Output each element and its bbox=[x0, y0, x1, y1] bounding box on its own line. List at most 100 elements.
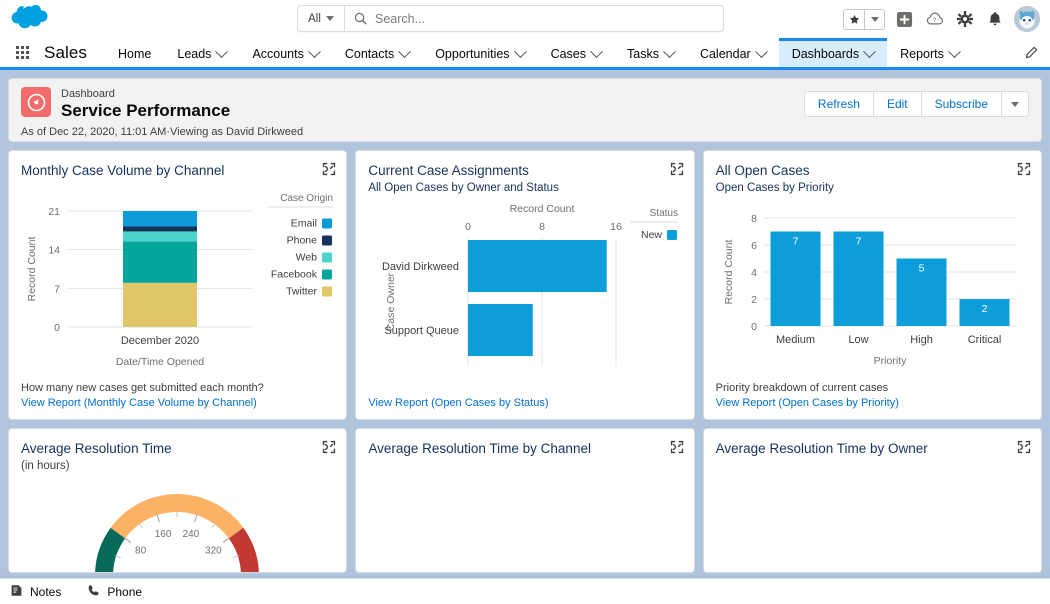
card-title: Average Resolution Time bbox=[21, 441, 172, 456]
global-header: All Search... ? bbox=[0, 0, 1050, 38]
pencil-icon[interactable] bbox=[1024, 38, 1038, 67]
x-axis-title: Date/Time Opened bbox=[116, 356, 204, 368]
chevron-down-icon bbox=[215, 44, 229, 58]
x-category-label: Low bbox=[848, 334, 868, 346]
view-report-link[interactable]: View Report (Monthly Case Volume by Chan… bbox=[21, 396, 264, 411]
expand-icon[interactable] bbox=[670, 440, 684, 454]
x-category-label: December 2020 bbox=[121, 335, 199, 347]
bar-segment-twitter[interactable] bbox=[123, 282, 197, 327]
legend-swatch-phone[interactable] bbox=[322, 235, 332, 246]
search-scope-selector[interactable]: All bbox=[298, 6, 345, 31]
nav-item-tasks[interactable]: Tasks bbox=[614, 38, 687, 67]
nav-item-opportunities[interactable]: Opportunities bbox=[422, 38, 537, 67]
dashboard-grid: Monthly Case Volume by Channel 0 7 14 21 Dec… bbox=[8, 150, 1042, 573]
legend-swatch-web[interactable] bbox=[322, 252, 332, 263]
y-axis-title: Case Owner bbox=[385, 272, 397, 331]
chart-current-case-assignments[interactable]: Record Count 0 8 16 David Dirkweed Support Qu… bbox=[368, 194, 681, 419]
bar-david-dirkweed[interactable] bbox=[468, 240, 608, 292]
legend-title: Status bbox=[650, 208, 678, 219]
bar-segment-email[interactable] bbox=[123, 211, 197, 227]
nav-item-cases[interactable]: Cases bbox=[538, 38, 614, 67]
nav-item-home[interactable]: Home bbox=[105, 38, 164, 67]
nav-item-label: Reports bbox=[900, 47, 944, 61]
y-tick-label: 4 bbox=[751, 267, 757, 279]
nav-item-label: Opportunities bbox=[435, 47, 510, 61]
user-avatar[interactable] bbox=[1014, 6, 1040, 32]
x-tick-label: 16 bbox=[610, 221, 622, 233]
dashboard-gauge-icon bbox=[21, 87, 51, 117]
card-avg-resolution-by-owner: Average Resolution Time by Owner bbox=[702, 428, 1042, 573]
favorites-dropdown-icon[interactable] bbox=[864, 9, 884, 29]
y-tick-label: 6 bbox=[751, 240, 757, 252]
utility-item-phone[interactable]: Phone bbox=[87, 584, 142, 600]
setup-gear-icon[interactable] bbox=[954, 9, 975, 30]
footer-note: How many new cases get submitted each mo… bbox=[21, 382, 264, 394]
expand-icon[interactable] bbox=[322, 162, 336, 176]
global-header-actions: ? bbox=[843, 0, 1040, 38]
legend-title: Case Origin bbox=[280, 193, 333, 204]
gauge-tick bbox=[194, 513, 198, 522]
bar-segment-web[interactable] bbox=[123, 231, 197, 242]
legend-label: New bbox=[641, 229, 662, 241]
expand-icon[interactable] bbox=[1017, 440, 1031, 454]
legend-swatch-twitter[interactable] bbox=[322, 286, 332, 297]
chevron-down-icon bbox=[754, 44, 768, 58]
card-footer: Priority breakdown of current cases View… bbox=[716, 381, 899, 411]
favorites-group[interactable] bbox=[843, 8, 885, 30]
search-input[interactable] bbox=[375, 11, 723, 26]
card-title: Average Resolution Time by Owner bbox=[715, 441, 928, 456]
expand-icon[interactable] bbox=[670, 162, 684, 176]
salesforce-cloud-logo[interactable] bbox=[0, 0, 56, 38]
nav-item-calendar[interactable]: Calendar bbox=[687, 38, 779, 67]
search-icon bbox=[345, 12, 375, 25]
legend-swatch-new[interactable] bbox=[667, 230, 678, 240]
chart-average-resolution-time[interactable]: 80 160 240 320 bbox=[21, 472, 334, 572]
search-scope-label: All bbox=[308, 12, 321, 25]
card-subtitle: Open Cases by Priority bbox=[715, 182, 834, 194]
legend-label: Facebook bbox=[271, 269, 318, 281]
card-title: Average Resolution Time by Channel bbox=[368, 441, 591, 456]
subscribe-button[interactable]: Subscribe bbox=[921, 92, 1002, 116]
chevron-down-icon bbox=[590, 44, 603, 58]
legend-swatch-facebook[interactable] bbox=[322, 269, 332, 280]
nav-item-accounts[interactable]: Accounts bbox=[239, 38, 331, 67]
favorites-star-icon[interactable] bbox=[844, 10, 864, 29]
add-icon[interactable] bbox=[894, 9, 915, 30]
edit-button[interactable]: Edit bbox=[873, 92, 922, 116]
legend-swatch-email[interactable] bbox=[322, 218, 332, 229]
more-actions-caret[interactable] bbox=[1002, 92, 1028, 116]
utility-item-notes[interactable]: Notes bbox=[10, 584, 61, 600]
refresh-button[interactable]: Refresh bbox=[804, 92, 874, 116]
nav-item-label: Accounts bbox=[252, 47, 304, 61]
y-axis-title: Record Count bbox=[723, 240, 735, 305]
view-report-link[interactable]: View Report (Open Cases by Priority) bbox=[716, 396, 899, 411]
nav-item-contacts[interactable]: Contacts bbox=[332, 38, 422, 67]
nav-item-reports[interactable]: Reports bbox=[887, 38, 972, 67]
view-report-link[interactable]: View Report (Open Cases by Status) bbox=[368, 396, 548, 411]
global-search[interactable]: All bbox=[297, 5, 724, 32]
gauge-tick-label: 160 bbox=[155, 529, 172, 540]
y-tick-label: 8 bbox=[751, 213, 757, 225]
notifications-bell-icon[interactable] bbox=[984, 9, 1005, 30]
nav-item-leads[interactable]: Leads bbox=[164, 38, 239, 67]
card-subtitle: All Open Cases by Owner and Status bbox=[368, 182, 559, 194]
x-category-label: Critical bbox=[967, 334, 1001, 346]
app-launcher-icon[interactable] bbox=[0, 38, 44, 67]
help-icon[interactable]: ? bbox=[924, 9, 945, 30]
utility-item-label: Phone bbox=[107, 584, 143, 599]
phone-icon bbox=[87, 584, 100, 600]
card-avg-resolution-by-channel: Average Resolution Time by Channel bbox=[355, 428, 695, 573]
app-navigation-bar: Sales Home Leads Accounts Contacts Opportuni… bbox=[0, 38, 1050, 70]
app-name: Sales bbox=[44, 42, 88, 62]
expand-icon[interactable] bbox=[1017, 162, 1031, 176]
y-tick-label: 0 bbox=[751, 321, 757, 333]
bar-segment-facebook[interactable] bbox=[123, 241, 197, 283]
legend-label: Web bbox=[296, 252, 318, 264]
nav-items: Home Leads Accounts Contacts Opportunities Ca… bbox=[105, 38, 972, 67]
gauge-minor-tick bbox=[211, 523, 216, 529]
card-average-resolution-time: Average Resolution Time (in hours) 80 160… bbox=[8, 428, 348, 573]
bar-segment-phone[interactable] bbox=[123, 226, 197, 232]
nav-item-dashboards[interactable]: Dashboards bbox=[778, 38, 888, 67]
bar-support-queue[interactable] bbox=[468, 304, 534, 356]
expand-icon[interactable] bbox=[322, 440, 336, 454]
